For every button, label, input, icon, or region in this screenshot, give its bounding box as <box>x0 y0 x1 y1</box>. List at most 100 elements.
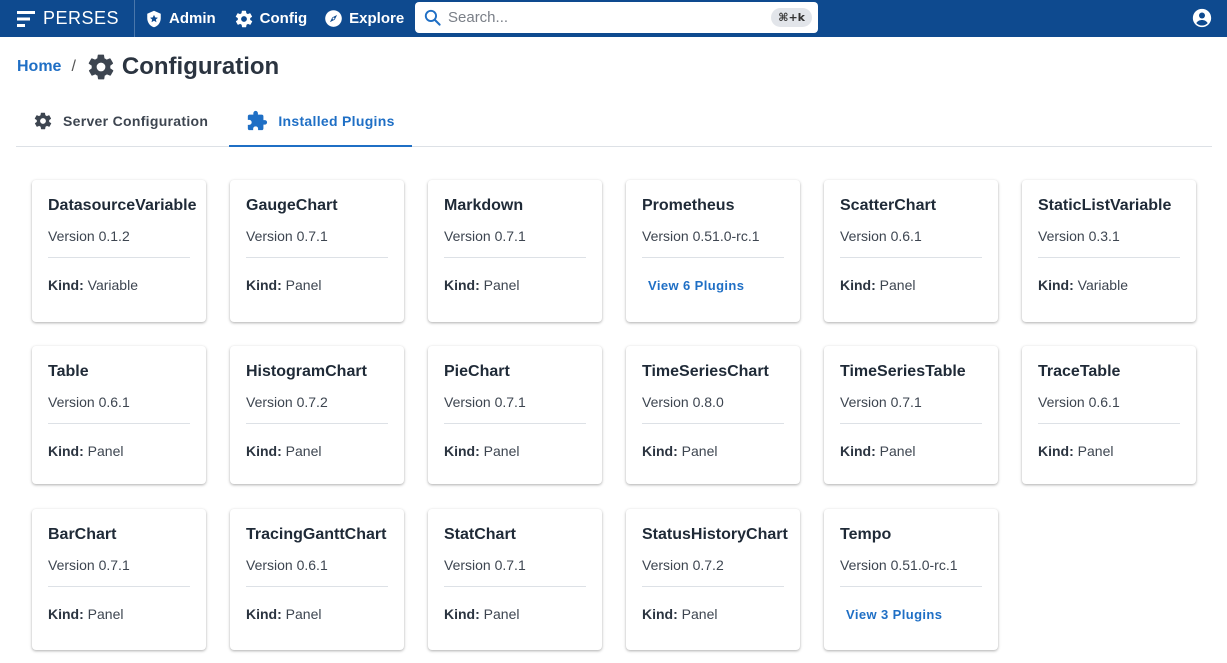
gear-icon <box>235 10 252 27</box>
kind-value: Panel <box>879 277 916 293</box>
search-box[interactable]: ⌘+k <box>415 2 818 33</box>
kind-label: Kind: <box>444 443 480 459</box>
kind-label: Kind: <box>246 277 282 293</box>
nav-config[interactable]: Config <box>234 0 307 37</box>
card-divider <box>1038 257 1180 258</box>
card-divider <box>48 586 190 587</box>
kind-label: Kind: <box>840 277 876 293</box>
tab-label: Server Configuration <box>63 113 209 129</box>
plugin-card: PieChart Version 0.7.1 Kind: Panel <box>428 346 602 484</box>
perses-logo-icon <box>17 10 35 27</box>
nav-admin[interactable]: Admin <box>145 0 216 37</box>
kind-label: Kind: <box>48 443 84 459</box>
plugin-card: GaugeChart Version 0.7.1 Kind: Panel <box>230 180 404 322</box>
card-divider <box>48 423 190 424</box>
kind-value: Panel <box>483 277 520 293</box>
tab-label: Installed Plugins <box>278 112 395 129</box>
kind-value: Variable <box>87 277 138 293</box>
kind-label: Kind: <box>642 443 678 459</box>
breadcrumb-home-link[interactable]: Home <box>17 58 61 76</box>
plugin-kind: Kind: Panel <box>840 443 915 459</box>
kind-value: Panel <box>87 606 124 622</box>
account-circle-icon[interactable] <box>1192 8 1212 28</box>
plugin-kind: Kind: Variable <box>1038 277 1128 293</box>
nav-config-label: Config <box>259 10 308 27</box>
plugin-card: StaticListVariable Version 0.3.1 Kind: Var… <box>1022 180 1196 322</box>
plugin-kind: Kind: Panel <box>444 443 519 459</box>
kind-value: Panel <box>483 606 520 622</box>
compass-icon <box>325 10 342 27</box>
nav-admin-label: Admin <box>169 10 216 27</box>
gear-icon <box>34 112 52 130</box>
plugin-version: Version 0.7.1 <box>48 557 130 573</box>
nav-explore-label: Explore <box>349 10 405 27</box>
plugin-name: Table <box>48 363 89 380</box>
plugin-card: Prometheus Version 0.51.0-rc.1 View 6 Plug… <box>626 180 800 322</box>
plugin-card: Markdown Version 0.7.1 Kind: Panel <box>428 180 602 322</box>
plugin-name: Tempo <box>840 526 892 543</box>
kind-value: Panel <box>285 606 322 622</box>
search-shortcut-badge: ⌘+k <box>771 8 812 27</box>
kind-label: Kind: <box>444 606 480 622</box>
kind-label: Kind: <box>246 443 282 459</box>
search-icon <box>424 9 441 26</box>
kind-label: Kind: <box>1038 277 1074 293</box>
plugin-version: Version 0.6.1 <box>1038 394 1120 410</box>
plugin-version: Version 0.7.1 <box>444 394 526 410</box>
plugin-version: Version 0.6.1 <box>48 394 130 410</box>
card-divider <box>840 423 982 424</box>
plugin-name: TimeSeriesTable <box>840 363 966 380</box>
kind-value: Panel <box>681 606 718 622</box>
plugin-version: Version 0.7.2 <box>246 394 328 410</box>
kind-label: Kind: <box>48 277 84 293</box>
plugin-kind: Kind: Panel <box>246 606 321 622</box>
plugin-card: DatasourceVariable Version 0.1.2 Kind: Var… <box>32 180 206 322</box>
plugin-card: ScatterChart Version 0.6.1 Kind: Panel <box>824 180 998 322</box>
plugin-kind: Kind: Panel <box>246 277 321 293</box>
plugin-card: BarChart Version 0.7.1 Kind: Panel <box>32 509 206 650</box>
plugin-version: Version 0.1.2 <box>48 228 130 244</box>
plugin-kind: Kind: Panel <box>642 443 717 459</box>
gear-icon <box>88 54 114 80</box>
nav-explore[interactable]: Explore <box>324 0 404 37</box>
kind-value: Variable <box>1077 277 1128 293</box>
kind-value: Panel <box>681 443 718 459</box>
kind-label: Kind: <box>840 443 876 459</box>
plugin-name: TimeSeriesChart <box>642 363 769 380</box>
search-input[interactable] <box>448 9 768 26</box>
plugin-name: GaugeChart <box>246 197 338 214</box>
plugin-version: Version 0.6.1 <box>246 557 328 573</box>
plugin-card: TracingGanttChart Version 0.6.1 Kind: Pane… <box>230 509 404 650</box>
plugin-name: TracingGanttChart <box>246 526 387 543</box>
card-divider <box>642 586 784 587</box>
view-plugins-button[interactable]: View 3 Plugins <box>846 607 942 622</box>
plugin-version: Version 0.7.1 <box>444 557 526 573</box>
plugin-name: HistogramChart <box>246 363 367 380</box>
card-divider <box>48 257 190 258</box>
plugin-name: StaticListVariable <box>1038 197 1172 214</box>
tab-server-configuration[interactable]: Server Configuration <box>33 96 208 146</box>
plugin-card: Table Version 0.6.1 Kind: Panel <box>32 346 206 484</box>
card-divider <box>246 257 388 258</box>
card-divider <box>642 257 784 258</box>
plugin-card: StatChart Version 0.7.1 Kind: Panel <box>428 509 602 650</box>
plugin-name: BarChart <box>48 526 117 543</box>
kind-value: Panel <box>285 443 322 459</box>
plugin-kind: Kind: Panel <box>48 606 123 622</box>
tab-installed-plugins[interactable]: Installed Plugins <box>229 96 412 147</box>
view-plugins-button[interactable]: View 6 Plugins <box>648 278 744 293</box>
plugin-card: TimeSeriesTable Version 0.7.1 Kind: Panel <box>824 346 998 484</box>
perses-logo[interactable]: PERSES <box>0 0 135 37</box>
card-divider <box>444 257 586 258</box>
plugin-version: Version 0.51.0-rc.1 <box>642 228 760 244</box>
kind-value: Panel <box>1077 443 1114 459</box>
breadcrumb: Home / Configuration <box>17 52 279 82</box>
plugin-kind: Kind: Panel <box>48 443 123 459</box>
card-divider <box>1038 423 1180 424</box>
page-title: Configuration <box>121 53 280 80</box>
plugin-version: Version 0.7.1 <box>840 394 922 410</box>
plugin-name: DatasourceVariable <box>48 197 197 214</box>
top-navigation-bar: PERSES Admin Config Explore ⌘+k <box>0 0 1227 37</box>
plugin-version: Version 0.7.2 <box>642 557 724 573</box>
puzzle-icon <box>248 110 268 130</box>
